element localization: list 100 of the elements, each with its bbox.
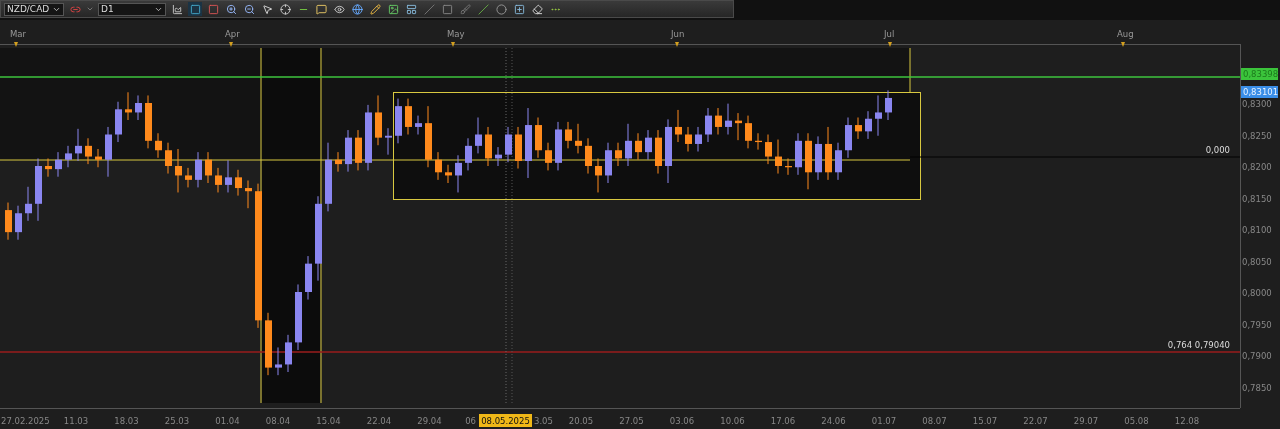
date-label: 27.05 — [619, 416, 644, 426]
candle — [235, 169, 242, 197]
candle — [65, 145, 72, 168]
candle — [815, 135, 822, 181]
rectangle-icon[interactable] — [440, 2, 454, 16]
date-label: 27.02.2025 — [1, 416, 50, 426]
date-label: 08.07 — [922, 416, 947, 426]
image-icon[interactable] — [386, 2, 400, 16]
candle — [885, 89, 892, 121]
month-label: Aug — [1117, 29, 1134, 39]
candle — [355, 129, 362, 171]
candle — [75, 128, 82, 162]
candle — [405, 98, 412, 135]
candle — [685, 126, 692, 152]
candle — [335, 151, 342, 173]
candle — [595, 157, 602, 193]
price-label: 0,7850 — [1242, 382, 1272, 393]
eraser-icon[interactable] — [530, 2, 544, 16]
month-marker-icon — [451, 42, 455, 47]
candle — [455, 154, 462, 193]
price-label: 0,8200 — [1242, 162, 1272, 172]
area-chart-icon[interactable] — [170, 2, 184, 16]
caret-icon[interactable] — [86, 5, 94, 13]
level-label: 0,000 — [1205, 145, 1230, 155]
candle — [465, 137, 472, 171]
pencil-icon[interactable] — [368, 2, 382, 16]
candle — [185, 167, 192, 188]
date-label: 01.04 — [215, 416, 240, 426]
date-label: 15.07 — [972, 416, 998, 426]
candle — [125, 91, 132, 121]
add-window-icon[interactable] — [512, 2, 526, 16]
month-label: Jun — [671, 29, 685, 39]
symbol-select[interactable]: NZD/CAD — [4, 2, 64, 16]
candle — [395, 98, 402, 144]
candle — [725, 103, 732, 135]
month-marker-icon — [1121, 42, 1125, 47]
date-label: 3.05 — [534, 416, 553, 426]
candle — [865, 110, 872, 140]
candle — [735, 112, 742, 141]
candle — [15, 205, 22, 241]
candle — [25, 186, 32, 222]
candle — [775, 139, 782, 175]
comment-icon[interactable] — [314, 2, 328, 16]
month-marker-icon — [14, 42, 18, 47]
trend-line-icon[interactable] — [476, 2, 490, 16]
date-label: 10.06 — [720, 416, 745, 426]
price-label: 0,8250 — [1242, 130, 1272, 141]
candle — [375, 94, 382, 146]
candle — [605, 142, 612, 184]
candle — [155, 132, 162, 159]
candle — [545, 142, 552, 171]
date-label: 18.03 — [114, 416, 139, 426]
date-label: 05.08 — [1124, 416, 1149, 426]
level-label: 0,764 0,79040 — [1167, 340, 1230, 350]
candle — [385, 127, 392, 156]
candle — [475, 117, 482, 154]
circle-icon[interactable] — [494, 2, 508, 16]
candle — [135, 94, 142, 121]
candle — [845, 117, 852, 159]
crosshair-icon[interactable] — [278, 2, 292, 16]
price-label: 0,7950 — [1242, 319, 1272, 330]
date-label: 29.04 — [417, 416, 442, 426]
candle — [665, 118, 672, 184]
line-icon[interactable] — [422, 2, 436, 16]
price-label: 0,8000 — [1242, 288, 1272, 298]
candle — [145, 94, 152, 149]
candle — [875, 94, 882, 137]
date-label: 20.05 — [568, 416, 594, 426]
month-label: Jul — [884, 29, 895, 39]
candle — [445, 164, 452, 184]
timeframe-select[interactable]: D1 — [98, 2, 166, 16]
candle — [795, 132, 802, 176]
brush-icon[interactable] — [458, 2, 472, 16]
cursor-icon[interactable] — [260, 2, 274, 16]
candle — [695, 126, 702, 152]
zoom-in-icon[interactable] — [224, 2, 238, 16]
month-label: May — [447, 29, 465, 39]
date-label: 01.07 — [871, 416, 897, 426]
candle — [505, 126, 512, 163]
globe-icon[interactable] — [350, 2, 364, 16]
candle — [35, 157, 42, 222]
window-icon[interactable] — [404, 2, 418, 16]
candle — [275, 346, 282, 376]
candle — [105, 126, 112, 178]
candle — [5, 202, 12, 241]
candle — [705, 107, 712, 143]
candle — [655, 129, 662, 175]
zoom-out-icon[interactable] — [242, 2, 256, 16]
candle — [745, 115, 752, 149]
candle — [195, 151, 202, 188]
candle — [535, 117, 542, 159]
candle — [825, 126, 832, 181]
candle — [485, 126, 492, 167]
candle — [575, 123, 582, 154]
candle — [425, 105, 432, 168]
date-label: 12.08 — [1174, 416, 1200, 426]
month-marker-icon — [675, 42, 679, 47]
candle — [325, 142, 332, 212]
candle — [205, 151, 212, 184]
date-label: 03.06 — [669, 416, 695, 426]
